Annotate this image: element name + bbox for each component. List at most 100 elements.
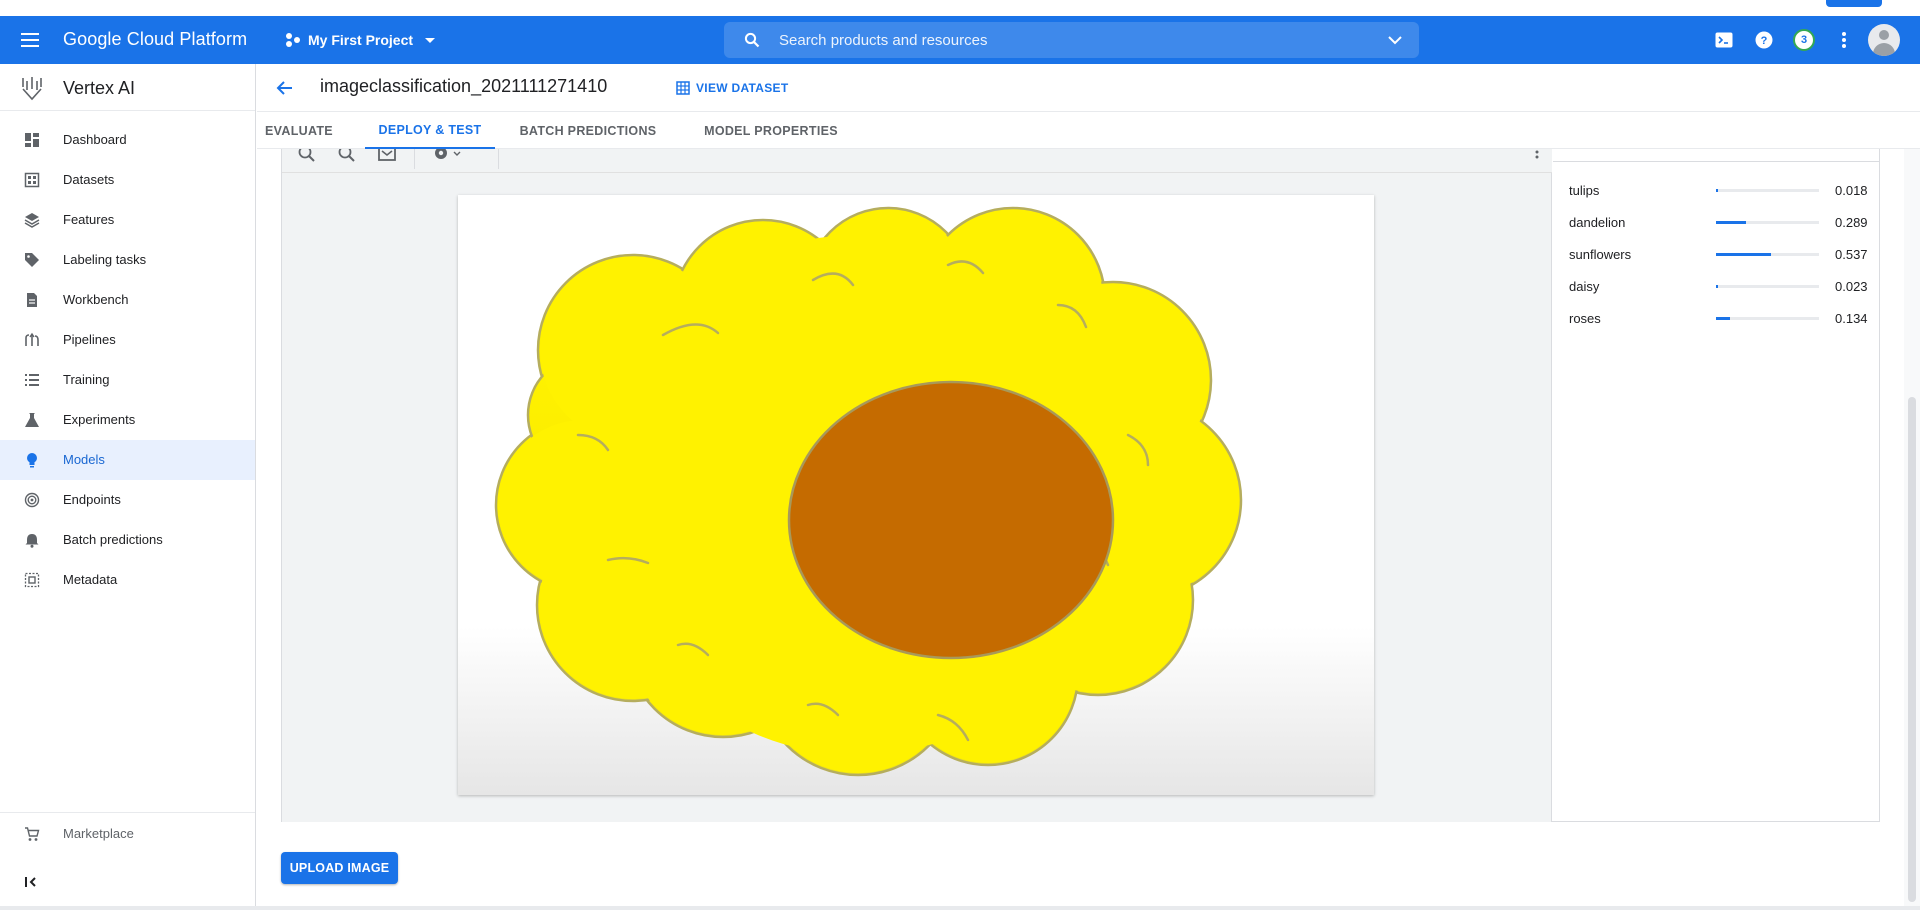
sidebar-item-pipelines[interactable]: Pipelines xyxy=(0,320,255,360)
prediction-results: tulips 0.018 dandelion 0.289 sunflowers … xyxy=(1553,149,1880,822)
notifications-badge[interactable]: 3 xyxy=(1792,28,1816,52)
bottom-strip xyxy=(0,906,1920,910)
sidebar-item-batch-predictions[interactable]: Batch predictions xyxy=(0,520,255,560)
prediction-label: tulips xyxy=(1569,183,1600,198)
project-selector[interactable]: My First Project xyxy=(278,24,443,56)
confidence-score: 0.289 xyxy=(1835,215,1868,230)
sidebar-item-training[interactable]: Training xyxy=(0,360,255,400)
collapse-sidebar-button[interactable] xyxy=(0,862,255,902)
sidebar-item-marketplace[interactable]: Marketplace xyxy=(0,814,255,854)
dashboard-icon xyxy=(25,133,39,147)
prediction-label: sunflowers xyxy=(1569,247,1632,262)
label-tag-icon xyxy=(25,253,39,267)
collapse-left-icon xyxy=(25,877,36,887)
confidence-fill xyxy=(1716,317,1730,320)
search-input[interactable]: Search products and resources xyxy=(724,22,1419,58)
confidence-fill xyxy=(1716,285,1718,288)
sidebar-divider xyxy=(0,812,255,813)
prediction-row: dandelion 0.289 xyxy=(1569,213,1869,233)
top-button-stub[interactable] xyxy=(1826,0,1882,7)
test-panel: tulips 0.018 dandelion 0.289 sunflowers … xyxy=(281,149,1880,822)
confidence-score: 0.134 xyxy=(1835,311,1868,326)
features-icon xyxy=(24,213,40,228)
upload-image-button[interactable]: UPLOAD IMAGE xyxy=(281,852,398,884)
confidence-fill xyxy=(1716,189,1718,192)
product-header: Vertex AI xyxy=(0,64,255,111)
tab-model-properties[interactable]: MODEL PROPERTIES xyxy=(701,112,841,149)
sidebar-item-label: Marketplace xyxy=(63,826,134,841)
sidebar-item-workbench[interactable]: Workbench xyxy=(0,280,255,320)
app-root: Google Cloud Platform My First Project S… xyxy=(0,0,1920,910)
sidebar-item-label: Labeling tasks xyxy=(63,252,147,267)
back-arrow-icon[interactable] xyxy=(273,76,297,100)
prediction-row: daisy 0.023 xyxy=(1569,277,1869,297)
main-menu-icon[interactable] xyxy=(18,28,42,52)
expand-more-icon[interactable] xyxy=(1387,32,1403,48)
prediction-row: sunflowers 0.537 xyxy=(1569,245,1869,265)
flask-icon xyxy=(25,413,39,427)
fit-image-icon[interactable] xyxy=(376,149,398,165)
more-vert-icon[interactable] xyxy=(1532,149,1542,165)
settings-dropdown-icon[interactable] xyxy=(430,149,470,165)
sidebar-item-label: Training xyxy=(63,372,110,387)
sidebar-item-features[interactable]: Features xyxy=(0,200,255,240)
sidebar-item-label: Workbench xyxy=(63,292,129,307)
sidebar-item-label: Pipelines xyxy=(63,332,116,347)
sidebar-item-dashboard[interactable]: Dashboard xyxy=(0,120,255,160)
tab-batch-predictions[interactable]: BATCH PREDICTIONS xyxy=(520,112,657,149)
brand-title[interactable]: Google Cloud Platform xyxy=(63,29,247,50)
confidence-bar xyxy=(1716,285,1819,288)
scrollbar[interactable] xyxy=(1904,149,1920,910)
sidebar-item-datasets[interactable]: Datasets xyxy=(0,160,255,200)
lightbulb-icon xyxy=(27,453,37,468)
vertex-ai-logo-icon xyxy=(22,77,42,101)
sidebar: Vertex AI Dashboard Datasets Features La… xyxy=(0,64,256,910)
more-vert-icon[interactable] xyxy=(1832,28,1856,52)
metadata-icon xyxy=(24,572,40,588)
search-icon xyxy=(744,32,760,48)
zoom-out-icon[interactable] xyxy=(336,149,358,165)
prediction-label: daisy xyxy=(1569,279,1600,294)
svg-text:?: ? xyxy=(1761,35,1768,47)
sidebar-item-metadata[interactable]: Metadata xyxy=(0,560,255,600)
scrollbar-thumb[interactable] xyxy=(1908,397,1916,902)
sidebar-item-endpoints[interactable]: Endpoints xyxy=(0,480,255,520)
page-title: imageclassification_2021111271410 xyxy=(320,76,608,96)
avatar[interactable] xyxy=(1868,24,1900,56)
search-placeholder: Search products and resources xyxy=(779,32,988,49)
product-name: Vertex AI xyxy=(63,78,136,98)
cloud-shell-icon[interactable] xyxy=(1712,28,1736,52)
pipelines-icon xyxy=(25,332,39,346)
confidence-fill xyxy=(1716,253,1771,256)
zoom-in-icon[interactable] xyxy=(296,149,318,165)
sidebar-item-experiments[interactable]: Experiments xyxy=(0,400,255,440)
page-header: imageclassification_2021111271410 VIEW D… xyxy=(257,64,1920,112)
confidence-fill xyxy=(1716,221,1746,224)
sidebar-item-label: Dashboard xyxy=(63,132,127,147)
image-toolbar xyxy=(282,149,1552,173)
sidebar-item-label: Datasets xyxy=(63,172,115,187)
sidebar-item-models[interactable]: Models xyxy=(0,440,255,480)
tab-deploy-test[interactable]: DEPLOY & TEST xyxy=(365,112,495,149)
shopping-cart-icon xyxy=(25,827,40,841)
confidence-score: 0.018 xyxy=(1835,183,1868,198)
confidence-score: 0.023 xyxy=(1835,279,1868,294)
test-image xyxy=(458,195,1374,795)
help-icon[interactable]: ? xyxy=(1752,28,1776,52)
tab-evaluate[interactable]: EVALUATE xyxy=(257,112,341,149)
sidebar-item-label: Models xyxy=(63,452,105,467)
top-strip xyxy=(0,0,1920,16)
prediction-label: roses xyxy=(1569,311,1601,326)
confidence-bar xyxy=(1716,253,1819,256)
target-icon xyxy=(24,492,40,508)
datasets-icon xyxy=(24,172,40,188)
view-dataset-button[interactable]: VIEW DATASET xyxy=(676,75,789,101)
prediction-row: tulips 0.018 xyxy=(1569,181,1869,201)
dataset-grid-icon xyxy=(676,81,690,95)
notification-count: 3 xyxy=(1793,29,1815,51)
sidebar-item-label: Experiments xyxy=(63,412,136,427)
sidebar-item-labeling-tasks[interactable]: Labeling tasks xyxy=(0,240,255,280)
app-bar: Google Cloud Platform My First Project S… xyxy=(0,16,1920,64)
confidence-bar xyxy=(1716,189,1819,192)
sidebar-item-label: Metadata xyxy=(63,572,118,587)
